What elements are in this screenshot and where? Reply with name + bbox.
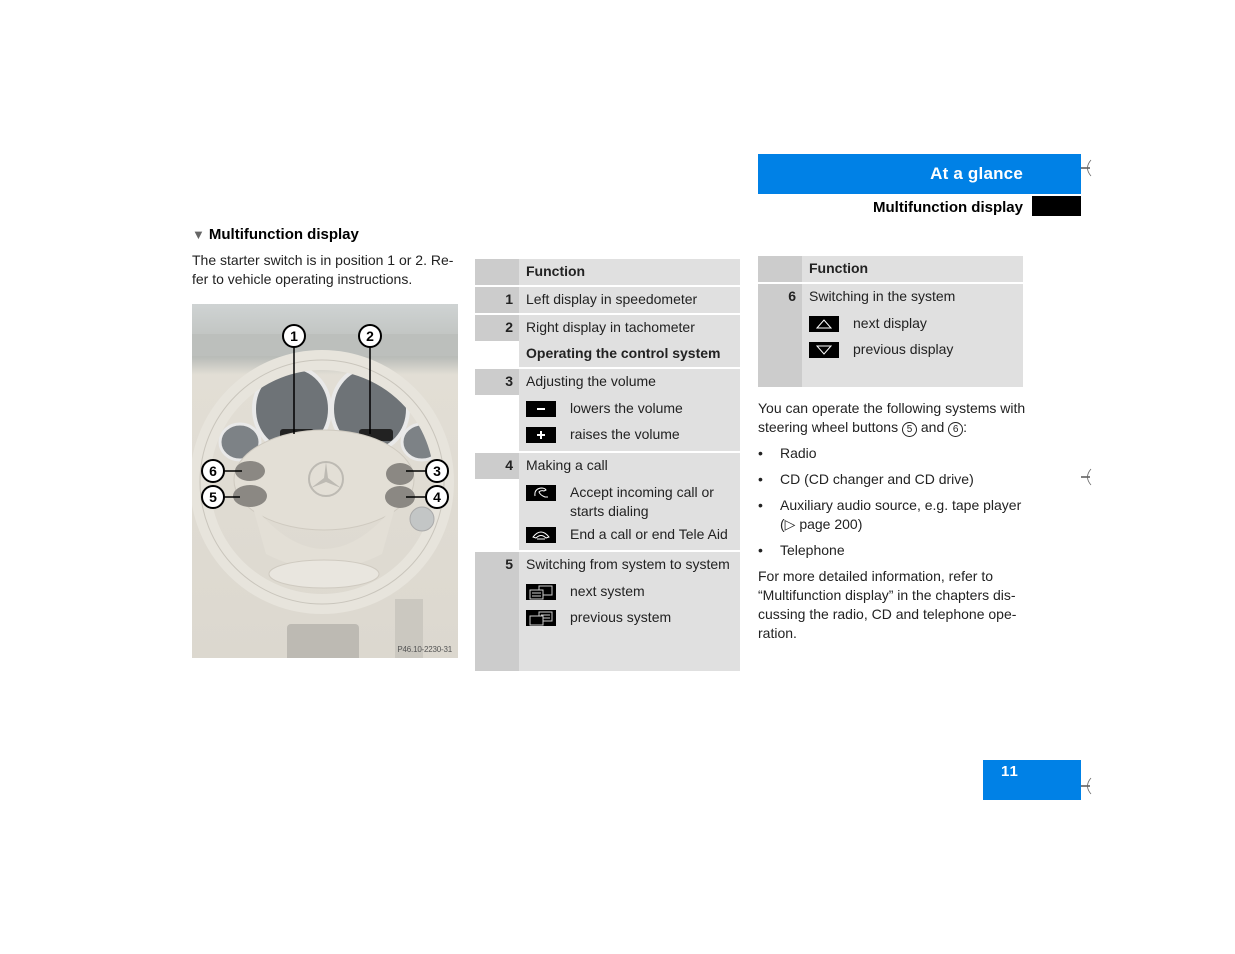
list-item: next system bbox=[526, 578, 740, 604]
svg-text:2: 2 bbox=[366, 328, 374, 344]
button-6-ref: 6 bbox=[948, 422, 964, 437]
row-number: 4 bbox=[475, 453, 519, 479]
table-row: 5 Switching from system to system next s… bbox=[475, 552, 740, 671]
callout-4: 4 bbox=[425, 485, 449, 509]
list-item: previous system bbox=[526, 604, 740, 630]
list-item: • Auxiliary audio source, e.g. tape playe… bbox=[758, 497, 1022, 532]
item-text: previous system bbox=[570, 609, 672, 625]
arrow-up-icon bbox=[809, 316, 839, 332]
svg-text:1: 1 bbox=[290, 328, 298, 344]
item-text: End a call or end Tele Aid bbox=[570, 526, 728, 542]
table-header: Function bbox=[526, 263, 586, 279]
table-header-row: Function bbox=[758, 256, 1023, 284]
row-number: 3 bbox=[475, 369, 519, 395]
item-text: previous display bbox=[853, 341, 954, 357]
page-number: 11 bbox=[1001, 763, 1019, 780]
section-title: ▼ Multifunction display bbox=[192, 225, 359, 245]
arrow-down-icon bbox=[809, 342, 839, 358]
photo-reference-code: P46.10-2230-31 bbox=[397, 645, 452, 654]
row-text: Right display in tachometer bbox=[526, 319, 695, 335]
row-number: 5 bbox=[475, 552, 519, 671]
svg-text:5: 5 bbox=[209, 489, 217, 505]
item-text: next display bbox=[853, 315, 927, 331]
chapter-header-band: At a glance bbox=[758, 154, 1081, 194]
row-number: 6 bbox=[758, 284, 802, 387]
row-text: Switching in the system bbox=[809, 288, 956, 304]
plus-icon bbox=[526, 427, 556, 443]
crop-mark-icon bbox=[1081, 777, 1095, 795]
table-row: 2 Right display in tachometer Operating … bbox=[475, 315, 740, 369]
callout-2: 2 bbox=[358, 324, 382, 348]
callout-1: 1 bbox=[282, 324, 306, 348]
next-system-icon bbox=[526, 584, 556, 600]
steering-wheel-photo: 1 2 3 4 5 6 P46.10-2230-31 bbox=[192, 304, 458, 658]
crop-mark-icon bbox=[1081, 468, 1095, 486]
triangle-marker-icon: ▼ bbox=[192, 227, 205, 242]
list-item: next display bbox=[809, 310, 1023, 336]
row-text: Left display in speedometer bbox=[526, 291, 698, 307]
table-row: 6 Switching in the system next display p… bbox=[758, 284, 1023, 387]
systems-intro: You can operate the following systems wi… bbox=[758, 400, 1026, 437]
list-item: Accept incoming call or starts dialing bbox=[526, 479, 740, 521]
item-text: next system bbox=[570, 583, 645, 599]
previous-system-icon bbox=[526, 610, 556, 626]
row-text: Switching from system to system bbox=[526, 556, 730, 572]
svg-text:3: 3 bbox=[433, 463, 441, 479]
page-number-tab: 11 bbox=[983, 760, 1081, 800]
callout-5: 5 bbox=[201, 485, 225, 509]
table-row: 3 Adjusting the volume lowers the volume… bbox=[475, 369, 740, 453]
crop-mark-icon bbox=[1081, 159, 1095, 177]
systems-description: You can operate the following systems wi… bbox=[758, 399, 1028, 650]
item-text: raises the volume bbox=[570, 426, 680, 442]
row-text: Making a call bbox=[526, 457, 608, 473]
minus-icon bbox=[526, 401, 556, 417]
list-item: • Telephone bbox=[758, 542, 845, 558]
phone-hangup-icon bbox=[526, 527, 556, 543]
section-title-text: Multifunction display bbox=[208, 226, 359, 243]
list-item: End a call or end Tele Aid bbox=[526, 521, 740, 547]
button-5-ref: 5 bbox=[901, 422, 917, 437]
table-row: 1 Left display in speedometer bbox=[475, 287, 740, 315]
list-item: • Radio bbox=[758, 445, 817, 461]
item-text: Accept incoming call or starts dialing bbox=[570, 484, 714, 519]
list-item: raises the volume bbox=[526, 421, 740, 447]
intro-paragraph: The starter switch is in position 1 or 2… bbox=[192, 252, 454, 287]
phone-pickup-icon bbox=[526, 485, 556, 501]
callout-3: 3 bbox=[425, 459, 449, 483]
section-header: Multifunction display bbox=[873, 199, 1023, 216]
section-marker-block bbox=[1032, 196, 1081, 216]
svg-text:6: 6 bbox=[209, 463, 217, 479]
row-number: 1 bbox=[475, 287, 519, 313]
chapter-title: At a glance bbox=[930, 164, 1023, 183]
table-header-row: Function bbox=[475, 259, 740, 287]
function-table-1: Function 1 Left display in speedometer 2… bbox=[475, 259, 740, 671]
table-header: Function bbox=[809, 260, 869, 276]
page-reference-link[interactable]: Auxiliary audio source, e.g. tape player… bbox=[780, 497, 1021, 532]
function-table-2: Function 6 Switching in the system next … bbox=[758, 256, 1023, 387]
list-item: previous display bbox=[809, 336, 1023, 362]
table-row: 4 Making a call Accept incoming call or … bbox=[475, 453, 740, 552]
footer-note: For more detailed information, refer to … bbox=[758, 568, 1017, 641]
row-subheading: Operating the control system bbox=[526, 345, 721, 361]
item-text: lowers the volume bbox=[570, 400, 683, 416]
row-text: Adjusting the volume bbox=[526, 373, 656, 389]
row-number: 2 bbox=[475, 315, 519, 341]
systems-list: • Radio • CD (CD changer and CD drive) • Au… bbox=[758, 444, 1028, 560]
svg-text:4: 4 bbox=[433, 489, 441, 505]
callout-6: 6 bbox=[201, 459, 225, 483]
list-item: • CD (CD changer and CD drive) bbox=[758, 471, 974, 487]
list-item: lowers the volume bbox=[526, 395, 740, 421]
